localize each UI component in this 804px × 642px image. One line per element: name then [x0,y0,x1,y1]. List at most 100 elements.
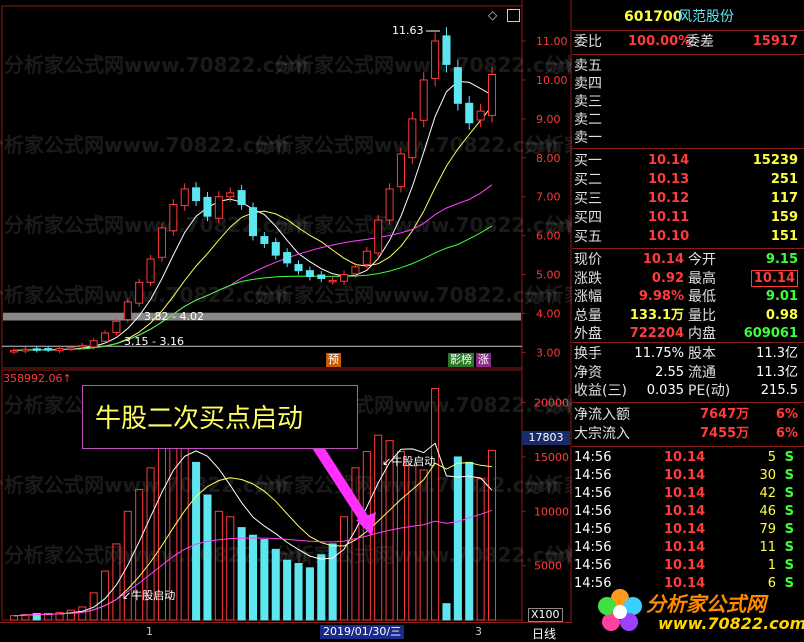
order-ratio-label: 委比 [574,34,602,50]
candle[interactable] [465,102,474,124]
volume-bar[interactable] [442,603,451,621]
candle[interactable] [385,188,394,221]
trade-row: 14:56 10.14 30 S [572,467,804,485]
candle[interactable] [32,348,41,351]
quote-value-left: 133.1万 [629,307,684,323]
candle[interactable] [135,281,144,304]
candle[interactable] [101,332,110,342]
candle[interactable] [476,110,485,121]
candle[interactable] [396,153,405,188]
candle[interactable] [180,188,189,207]
volume-bar[interactable] [78,606,87,621]
volume-bar[interactable] [340,516,349,621]
candle[interactable] [362,250,371,265]
candle[interactable] [214,196,223,219]
volume-bar[interactable] [260,539,269,621]
candle[interactable] [192,187,201,202]
candle[interactable] [226,192,235,198]
volume-bar[interactable] [271,548,280,621]
sell-level-row: 卖五 [572,57,804,75]
candle[interactable] [146,258,155,283]
diamond-icon[interactable]: ◇ [488,8,497,22]
buy-level-price: 10.13 [648,172,690,187]
candle[interactable] [123,301,132,321]
quote-value-left: 9.98% [638,289,684,304]
candle[interactable] [55,348,64,352]
candle[interactable] [340,274,349,282]
trade-volume: 11 [759,540,776,555]
candle[interactable] [9,349,19,353]
volume-bar[interactable] [226,516,235,621]
fundamental-value-right: 11.3亿 [756,364,798,380]
volume-bar[interactable] [465,461,474,621]
volume-bar[interactable] [374,434,383,621]
candle[interactable] [351,266,360,275]
candle[interactable] [317,274,326,279]
event-tag-limit-up[interactable]: 涨 [476,353,491,367]
candle[interactable] [203,196,212,217]
candle[interactable] [271,242,280,256]
fundamental-value-right: 215.5 [760,383,798,398]
watermark-text: 分析家公式网www.70822.com [274,53,572,77]
buy-level-row: 买一 10.14 15239 [572,152,804,170]
volume-bar[interactable] [283,559,292,621]
candle[interactable] [431,40,440,79]
volume-bar[interactable] [305,567,314,621]
period-mode[interactable]: 日线 [532,625,556,642]
candle[interactable] [408,118,417,159]
volume-bar[interactable] [328,543,337,621]
candle[interactable] [66,347,75,350]
trade-price: 10.14 [664,522,706,537]
candle[interactable] [442,35,451,65]
quote-value-left: 0.92 [651,270,684,286]
watermark-text: 分析家公式网www.70822.com [254,283,559,307]
date-cursor[interactable]: 2019/01/30/三 [320,625,405,639]
candle[interactable] [169,204,178,232]
volume-bar[interactable] [317,554,326,621]
candle[interactable] [487,74,497,116]
close-icon[interactable] [507,9,520,22]
candle[interactable] [44,348,53,351]
support-band [3,312,521,321]
watermark-text: 分析家公式网www.70822.com [254,473,559,497]
fundamental-row: 收益(三) 0.035 PE(动) 215.5 [572,382,804,400]
event-tag-forecast[interactable]: 预 [326,353,341,367]
kline-chart[interactable]: 分析家公式网www.70822.com 分析家公式网www.70822.com 分析… [0,0,572,642]
quote-label-left: 外盘 [574,326,602,342]
order-diff-label: 委差 [686,34,714,50]
candle[interactable] [374,219,383,254]
trade-flag: S [784,540,794,555]
candle[interactable] [21,348,30,352]
price-tick-label: 11.00 [536,35,568,48]
candle[interactable] [237,190,246,206]
volume-bar[interactable] [453,456,462,621]
candle[interactable] [294,264,303,272]
candle[interactable] [112,320,121,333]
volume-bar[interactable] [294,562,303,621]
volume-bar[interactable] [237,527,246,621]
volume-bar[interactable] [89,592,98,621]
volume-bar[interactable] [9,615,19,621]
volume-bar[interactable] [431,387,440,621]
candle[interactable] [328,279,337,283]
candle[interactable] [248,207,258,237]
quote-label-right: 内盘 [688,326,716,342]
volume-bar[interactable] [248,534,258,621]
candle[interactable] [78,344,87,348]
flow-percent: 6% [775,426,798,441]
candle[interactable] [89,340,98,348]
candle[interactable] [283,252,292,264]
range-annotation-1: 3.82 - 4.02 [144,310,204,323]
volume-bar[interactable] [192,461,201,621]
volume-bar[interactable] [203,494,212,621]
candle[interactable] [419,79,428,121]
quote-label-right: 最高 [688,270,716,287]
candle[interactable] [157,227,166,258]
volume-bar[interactable] [180,440,189,621]
candle[interactable] [453,67,462,104]
candle[interactable] [260,236,269,244]
watermark-text: 分析家公式网www.70822.com [274,213,572,237]
event-tag-board[interactable]: 影榜 [448,353,474,367]
candle[interactable] [305,270,314,278]
volume-bar[interactable] [66,609,75,621]
